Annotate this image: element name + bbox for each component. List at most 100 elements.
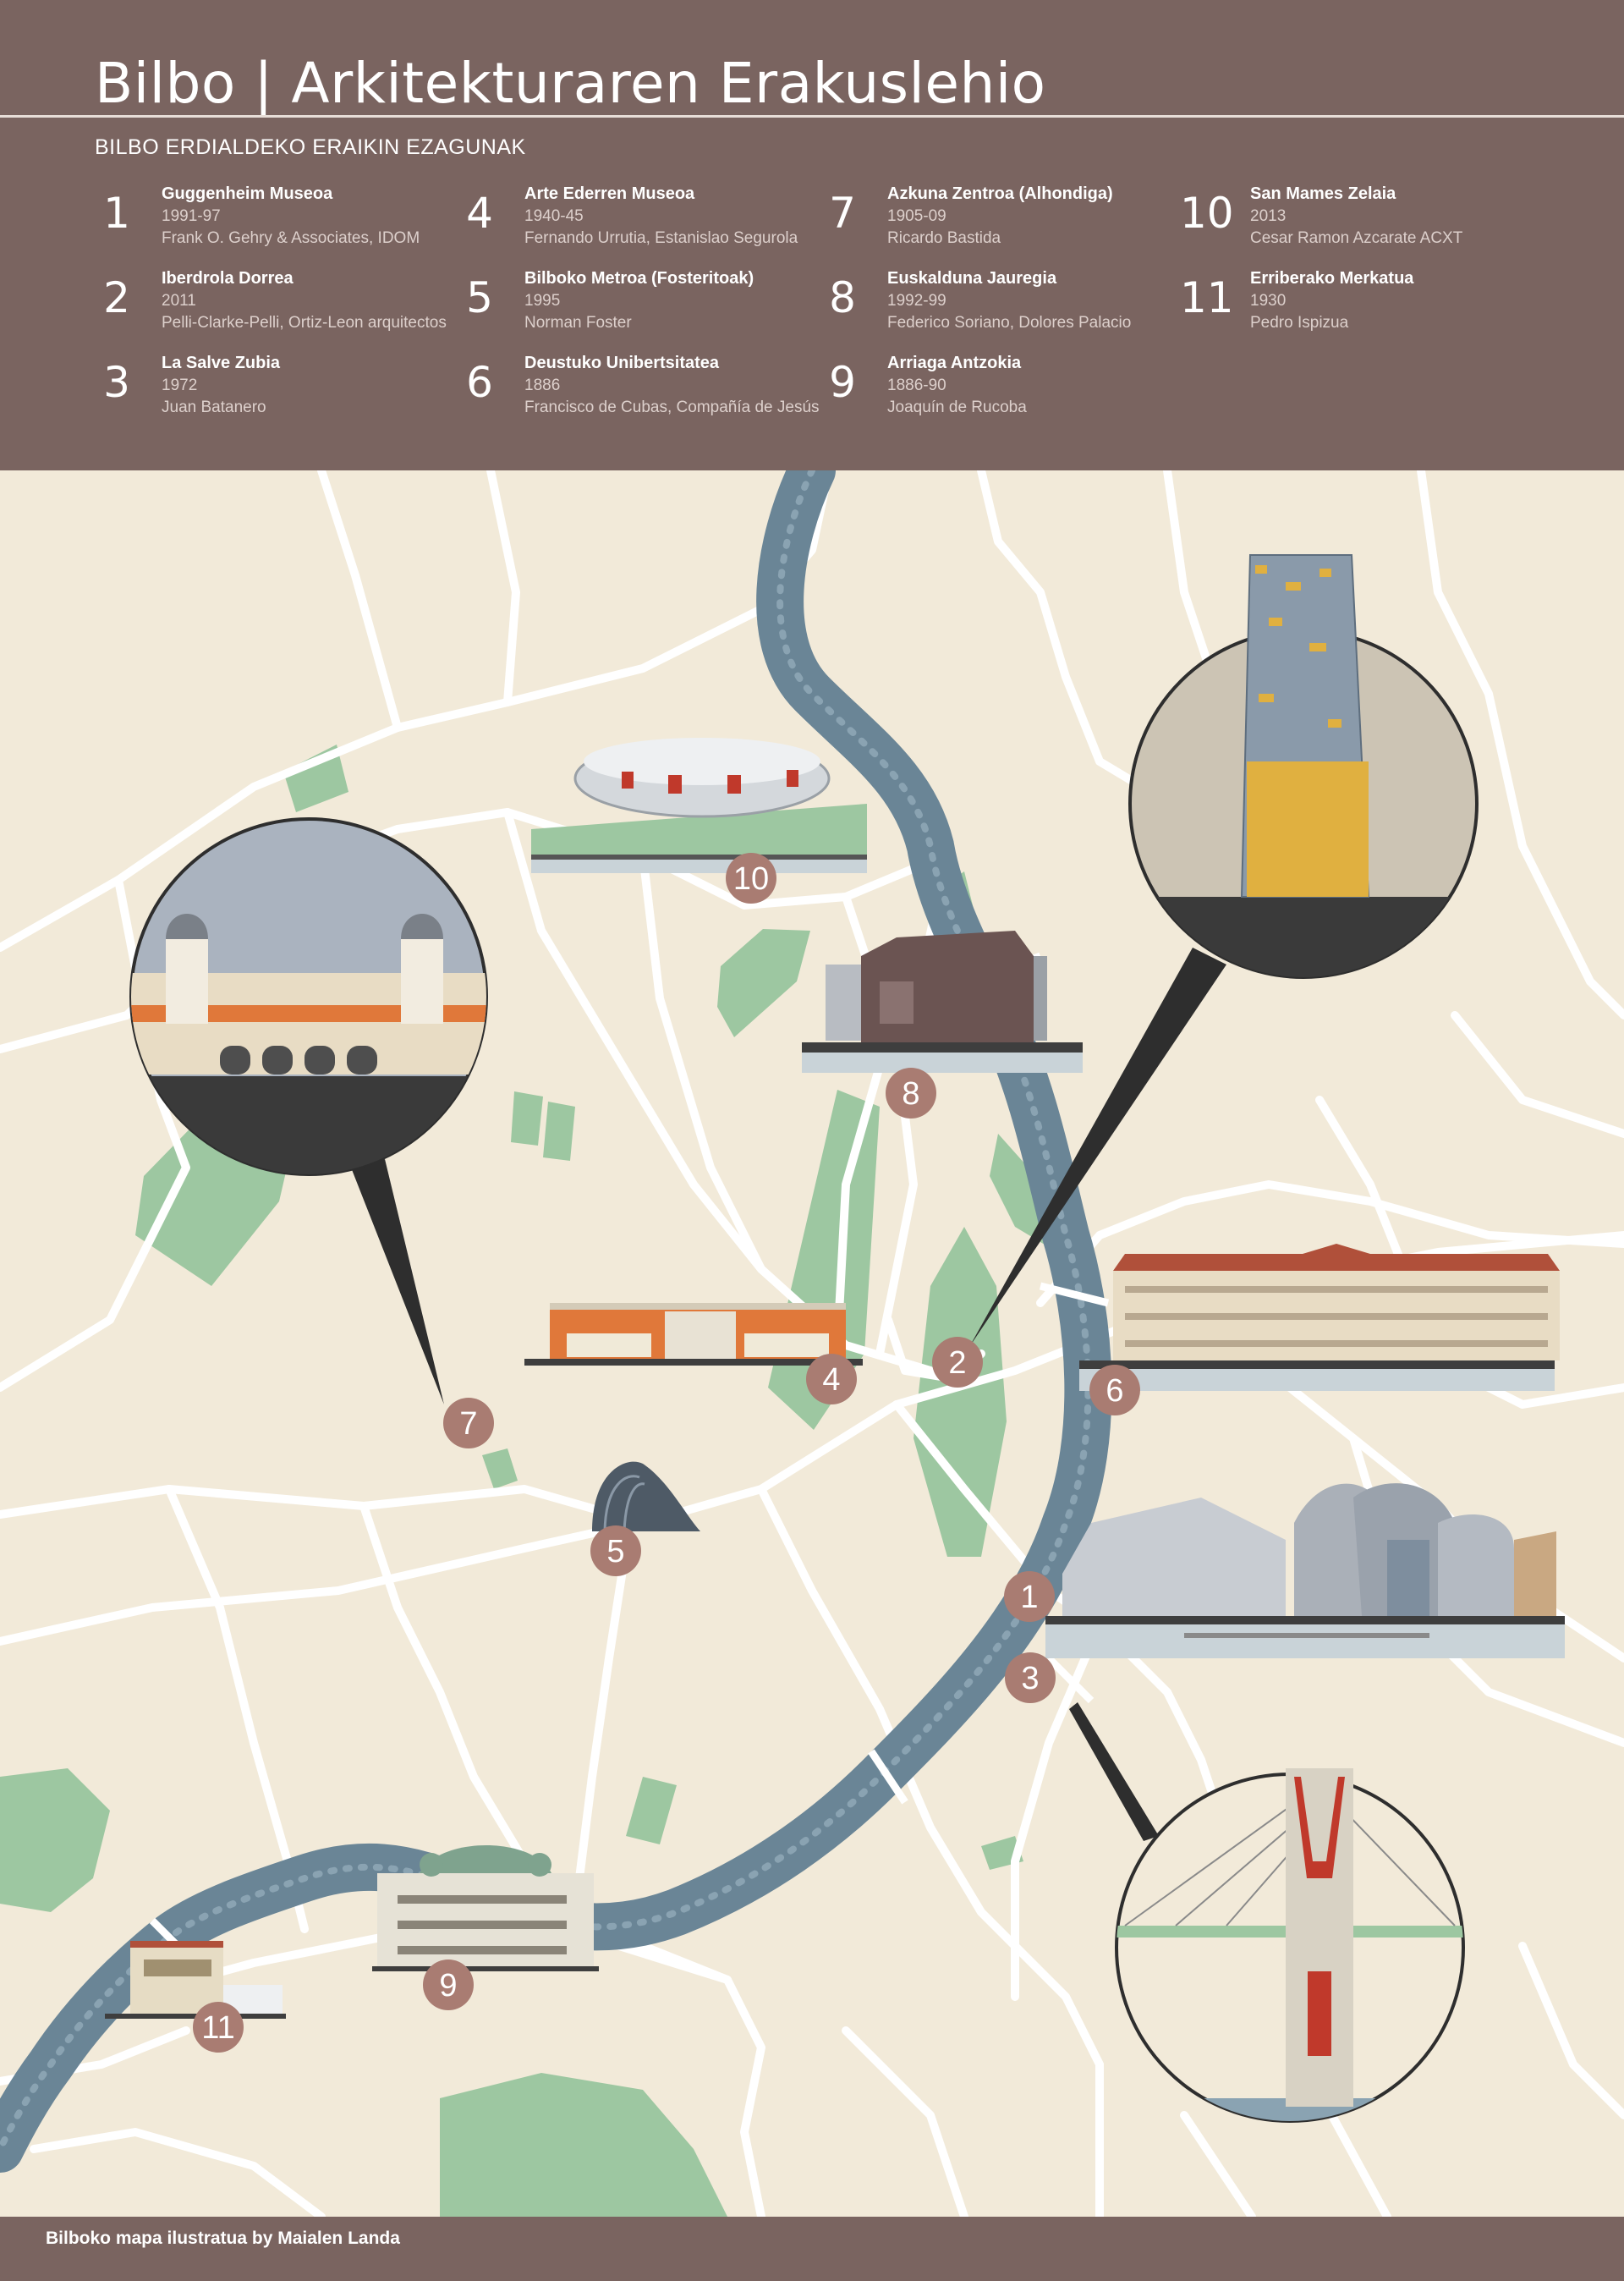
stadium-roof: [584, 738, 820, 785]
marker-label: 4: [822, 1362, 840, 1398]
legend-entry-11: 11 Erriberako Merkatua 1930 Pedro Ispizu…: [1180, 269, 1535, 350]
legend-entry-10: 10 San Mames Zelaia 2013 Cesar Ramon Azc…: [1180, 184, 1535, 266]
legend-building-name: Azkuna Zentroa (Alhondiga): [887, 184, 1113, 203]
azkuna-arch: [220, 1046, 250, 1075]
poster: Bilbo | Arkitekturaren Erakuslehio BILBO…: [0, 0, 1624, 2281]
arriaga-window-row: [398, 1946, 567, 1954]
marker-label: 11: [201, 2010, 234, 2046]
legend-year: 1995: [524, 292, 561, 310]
legend-entry-5: 5 Bilboko Metroa (Fosteritoak) 1995 Norm…: [454, 269, 809, 350]
building-arte-ederren-illustration: [524, 1303, 863, 1366]
marker-8: 8: [886, 1068, 936, 1119]
legend-entry-4: 4 Arte Ederren Museoa 1940-45 Fernando U…: [454, 184, 809, 266]
deusto-water: [1079, 1369, 1555, 1391]
market-window: [144, 1959, 211, 1976]
legend-number: 11: [1180, 273, 1234, 322]
market-roof: [130, 1941, 223, 1948]
marker-5: 5: [590, 1525, 641, 1576]
legend-entry-6: 6 Deustuko Unibertsitatea 1886 Francisco…: [454, 354, 819, 435]
legend-year: 2013: [1250, 207, 1287, 225]
museum-base-right: [744, 1333, 829, 1357]
stadium-ground: [531, 855, 867, 860]
legend-architect: Joaquín de Rucoba: [887, 398, 1027, 416]
legend-entry-1: 1 Guggenheim Museoa 1991-97 Frank O. Geh…: [91, 184, 447, 266]
marker-label: 1: [1020, 1580, 1038, 1615]
legend-architect: Federico Soriano, Dolores Palacio: [887, 314, 1132, 332]
legend-building-name: San Mames Zelaia: [1250, 184, 1396, 203]
stadium-window: [668, 775, 682, 794]
legend-number: 6: [466, 358, 493, 407]
stadium-window: [622, 772, 634, 789]
marker-2: 2: [932, 1337, 983, 1388]
legend-building-name: Deustuko Unibertsitatea: [524, 354, 720, 372]
legend-entry-2: 2 Iberdrola Dorrea 2011 Pelli-Clarke-Pel…: [91, 269, 447, 350]
legend-architect: Pedro Ispizua: [1250, 314, 1349, 332]
legend-year: 1991-97: [162, 207, 221, 225]
legend-number: 8: [829, 273, 856, 322]
marker-label: 2: [948, 1345, 966, 1381]
euskalduna-water: [802, 1053, 1083, 1073]
legend-number: 1: [103, 189, 130, 238]
marker-4: 4: [806, 1354, 857, 1404]
footer-credit: Bilboko mapa ilustratua by Maialen Landa: [46, 2229, 400, 2248]
legend-entry-9: 9 Arriaga Antzokia 1886-90 Joaquín de Ru…: [817, 354, 1172, 435]
park: [543, 1102, 575, 1161]
guggenheim-glass: [1387, 1540, 1429, 1616]
arriaga-cupola: [528, 1853, 551, 1877]
legend-architect: Francisco de Cubas, Compañía de Jesús: [524, 398, 820, 416]
legend-number: 10: [1180, 189, 1234, 238]
arriaga-window-row: [398, 1921, 567, 1929]
deusto-window-row: [1125, 1340, 1548, 1347]
legend-number: 5: [466, 273, 493, 322]
panel-block: [1247, 761, 1369, 897]
legend-entry-3: 3 La Salve Zubia 1972 Juan Batanero: [91, 354, 447, 435]
legend-year: 1886: [524, 377, 561, 394]
panel: [1259, 694, 1274, 702]
illustrated-map: 1 2 3 4 5 6 7 8 9 10 11: [0, 470, 1624, 2217]
guggenheim-volume: [1438, 1514, 1514, 1616]
legend-building-name: La Salve Zubia: [162, 354, 281, 372]
deusto-window-row: [1125, 1286, 1548, 1293]
legend-number: 3: [103, 358, 130, 407]
museum-base-left: [567, 1333, 651, 1357]
bridge-red-lower: [1308, 1971, 1331, 2056]
marker-label: 9: [439, 1968, 457, 2003]
legend-architect: Ricardo Bastida: [887, 229, 1001, 247]
legend-architect: Norman Foster: [524, 314, 632, 332]
legend-architect: Juan Batanero: [162, 398, 266, 416]
marker-label: 5: [606, 1534, 624, 1569]
legend-year: 1940-45: [524, 207, 584, 225]
page-subtitle: BILBO ERDIALDEKO ERAIKIN EZAGUNAK: [95, 135, 526, 159]
guggenheim-water: [1045, 1624, 1565, 1658]
legend-building-name: Arriaga Antzokia: [887, 354, 1022, 372]
marker-6: 6: [1089, 1365, 1140, 1415]
euskalduna-tower: [1034, 956, 1047, 1041]
building-deusto-illustration: [1079, 1244, 1560, 1391]
legend-year: 1930: [1250, 292, 1287, 310]
legend-building-name: Arte Ederren Museoa: [524, 184, 695, 203]
legend-year: 2011: [162, 292, 196, 310]
page-title: Bilbo | Arkitekturaren Erakuslehio: [95, 51, 1046, 116]
azkuna-arch: [262, 1046, 293, 1075]
legend-building-name: Guggenheim Museoa: [162, 184, 333, 203]
title-divider: [0, 115, 1624, 118]
guggenheim-tower: [1514, 1531, 1556, 1616]
legend-number: 7: [829, 189, 856, 238]
legend-building-name: Euskalduna Jauregia: [887, 269, 1057, 288]
marker-label: 7: [459, 1406, 477, 1442]
panel: [1328, 719, 1341, 728]
legend-number: 2: [103, 273, 130, 322]
marker-3: 3: [1005, 1652, 1056, 1703]
legend-year: 1905-09: [887, 207, 946, 225]
legend-architect: Cesar Ramon Azcarate ACXT: [1250, 229, 1463, 247]
azkuna-tower: [166, 939, 208, 1024]
azkuna-tower: [401, 939, 443, 1024]
euskalduna-base: [802, 1042, 1083, 1053]
euskalduna-annex: [826, 965, 864, 1041]
arriaga-window-row: [398, 1895, 567, 1904]
marker-9: 9: [423, 1959, 474, 2010]
legend-building-name: Iberdrola Dorrea: [162, 269, 294, 288]
azkuna-arch: [304, 1046, 335, 1075]
museum-cornice: [550, 1303, 846, 1310]
azkuna-arch: [347, 1046, 377, 1075]
